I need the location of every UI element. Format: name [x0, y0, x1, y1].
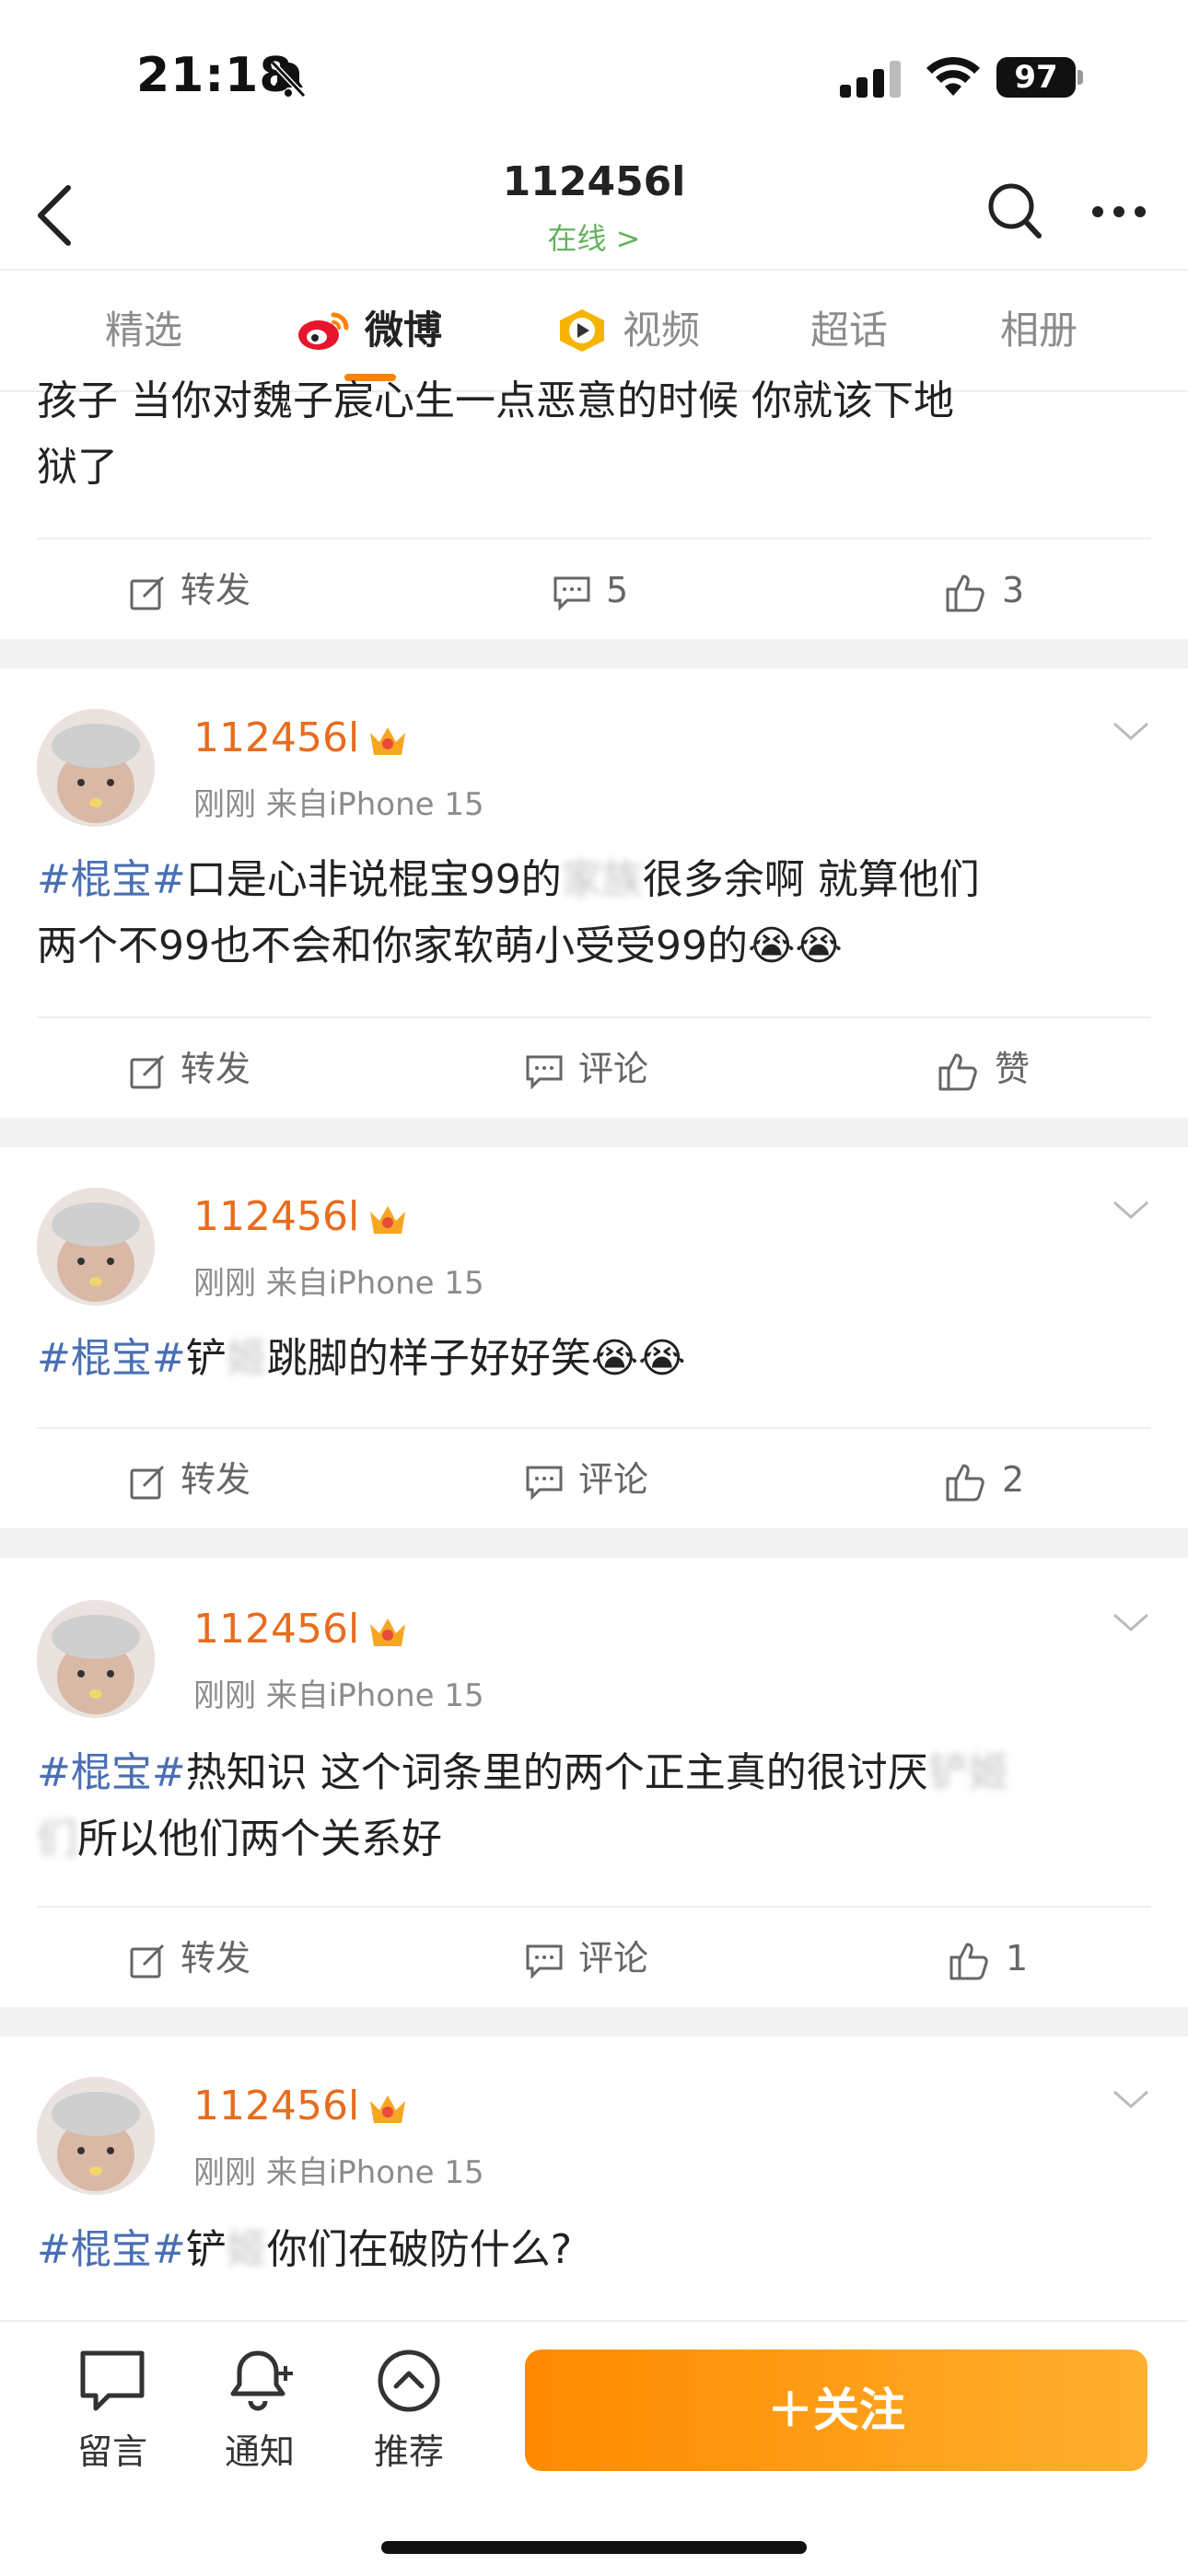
vip-crown-icon: [370, 2095, 406, 2123]
vip-crown-icon: [370, 1206, 406, 1234]
avatar-image: [37, 1188, 155, 1305]
battery-indicator: 97: [996, 57, 1076, 98]
like-button[interactable]: 3: [945, 540, 1024, 641]
chevron-down-icon[interactable]: [1111, 1197, 1151, 1223]
repost-button[interactable]: 转发: [129, 1429, 250, 1530]
message-button[interactable]: 留言: [57, 2348, 168, 2474]
post-separator: [0, 1118, 1188, 1147]
topic-link[interactable]: #棍宝#: [37, 1335, 186, 1382]
vip-crown-icon: [370, 1619, 406, 1646]
repost-icon: [130, 1465, 165, 1499]
repost-button[interactable]: 转发: [129, 540, 250, 641]
comment-icon: [526, 1055, 563, 1090]
repost-button[interactable]: 转发: [129, 1018, 250, 1120]
battery-cap: [1077, 70, 1083, 85]
profile-header: 112456l 在线 >: [0, 157, 1188, 269]
like-button[interactable]: 1: [949, 1908, 1028, 2009]
video-icon: [560, 309, 604, 352]
chevron-down-icon[interactable]: [1111, 1609, 1151, 1635]
comment-icon: [526, 1466, 563, 1501]
comment-icon: [553, 576, 590, 611]
post-meta: 刚刚 来自iPhone 15: [193, 1265, 484, 1302]
repost-button[interactable]: 转发: [129, 1908, 250, 2009]
post-actions: 转发 评论 赞: [37, 1016, 1151, 1120]
post-actions: 转发 评论 1: [37, 1906, 1151, 2009]
post-text: #棍宝#口是心非说棍宝99的家族很多余啊 就算他们 两个不99也不会和你家软萌小…: [37, 856, 980, 969]
post-text: #棍宝#铲姬你们在破防什么?: [37, 2226, 573, 2273]
message-icon: [80, 2350, 145, 2411]
username[interactable]: 112456l: [193, 2083, 409, 2129]
bell-plus-icon: [230, 2350, 293, 2411]
username[interactable]: 112456l: [193, 1193, 409, 1240]
comment-icon: [526, 1944, 563, 1979]
post-meta: 刚刚 来自iPhone 15: [193, 786, 484, 823]
notify-button[interactable]: 通知: [204, 2348, 315, 2474]
avatar-image: [37, 1600, 155, 1718]
topic-link[interactable]: #棍宝#: [37, 2226, 186, 2273]
post-meta: 刚刚 来自iPhone 15: [193, 1677, 484, 1714]
chevron-down-icon[interactable]: [1111, 2086, 1151, 2112]
topic-link[interactable]: #棍宝#: [37, 856, 186, 903]
post-text: #棍宝#铲姬跳脚的样子好好笑😭😭: [37, 1335, 686, 1382]
home-indicator[interactable]: [381, 2541, 807, 2554]
chevron-down-icon[interactable]: [1111, 718, 1151, 744]
topic-link[interactable]: #棍宝#: [37, 1749, 186, 1796]
recommend-button[interactable]: 推荐: [354, 2348, 464, 2474]
like-icon: [938, 1053, 977, 1090]
avatar[interactable]: [37, 1600, 155, 1718]
post-text: #棍宝#热知识 这个词条里的两个正主真的很讨厌铲姬 们所以他们两个关系好: [37, 1749, 1009, 1862]
like-icon: [946, 1464, 984, 1501]
repost-icon: [130, 1054, 165, 1088]
avatar[interactable]: [37, 709, 155, 827]
more-icon[interactable]: [1087, 184, 1151, 239]
post-meta: 刚刚 来自iPhone 15: [193, 2154, 484, 2191]
post-actions: 转发 评论 2: [37, 1427, 1151, 1530]
like-icon: [946, 574, 984, 611]
signal-icon: [840, 61, 901, 98]
post-separator: [0, 639, 1188, 668]
avatar-image: [37, 709, 155, 827]
partial-post-actions: 转发 5 3: [37, 538, 1151, 641]
bottom-action-bar: 留言 通知 推荐 ＋关注: [0, 2320, 1188, 2576]
repost-icon: [130, 575, 165, 609]
weibo-logo-icon: [298, 312, 349, 350]
like-button[interactable]: 赞: [938, 1018, 1030, 1120]
username[interactable]: 112456l: [193, 714, 409, 761]
username[interactable]: 112456l: [193, 1606, 409, 1653]
follow-button[interactable]: ＋关注: [525, 2350, 1147, 2471]
repost-icon: [130, 1944, 165, 1978]
wifi-icon: [926, 56, 980, 96]
partial-post-text: 孩子 当你对魏子宸心生一点恶意的时候 你就该下地 狱了: [37, 377, 954, 491]
avatar[interactable]: [37, 2077, 155, 2195]
like-button[interactable]: 2: [945, 1429, 1024, 1530]
vip-crown-icon: [370, 727, 406, 755]
like-icon: [949, 1943, 988, 1979]
post-separator: [0, 2007, 1188, 2036]
avatar[interactable]: [37, 1188, 155, 1305]
status-bar: 21:18 97: [0, 0, 1188, 157]
comment-button[interactable]: 评论: [525, 1018, 648, 1120]
avatar-image: [37, 2077, 155, 2195]
search-icon[interactable]: [985, 179, 1044, 243]
comment-button[interactable]: 评论: [525, 1908, 648, 2009]
comment-button[interactable]: 评论: [525, 1429, 648, 1530]
chevron-up-circle-icon: [378, 2350, 440, 2412]
comment-button[interactable]: 5: [553, 540, 628, 641]
post-separator: [0, 1528, 1188, 1558]
bell-off-icon: [270, 60, 307, 99]
